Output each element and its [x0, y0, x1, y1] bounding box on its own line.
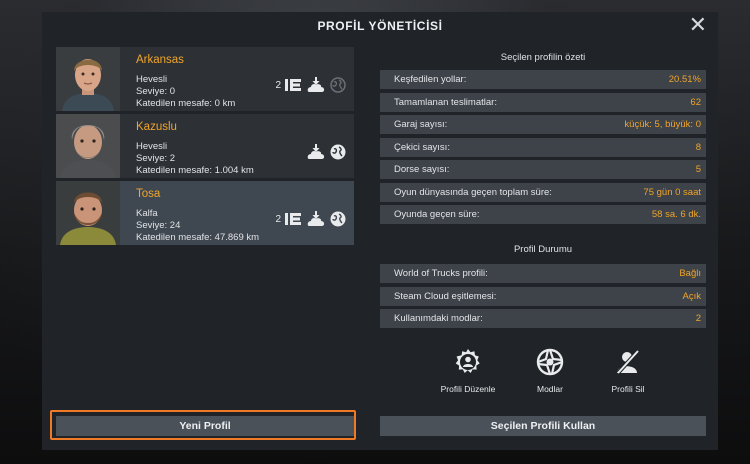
- stat-row-roads: Keşfedilen yollar: 20.51%: [380, 70, 706, 89]
- stat-label: Steam Cloud eşitlemesi:: [394, 290, 497, 302]
- stat-value: Açık: [682, 290, 701, 302]
- profile-distance: Katedilen mesafe: 0 km: [136, 98, 236, 109]
- profile-level: Seviye: 0: [136, 86, 176, 97]
- stat-label: Oyun dünyasında geçen toplam süre:: [394, 186, 552, 198]
- status-title: Profil Durumu: [513, 244, 573, 255]
- globe-icon: [330, 144, 346, 160]
- profile-status-icons: [307, 144, 346, 160]
- mods-button[interactable]: Modlar: [512, 348, 588, 394]
- profile-rank: Hevesli: [136, 141, 168, 152]
- stat-row-garages: Garaj sayısı: küçük: 5, büyük: 0: [380, 115, 706, 134]
- profile-list: Arkansas Hevesli Seviye: 0 Katedilen mes…: [56, 47, 354, 248]
- cloud-download-icon: [307, 211, 325, 227]
- mods-icon: [512, 348, 588, 376]
- status-row-mods: Kullanımdaki modlar: 2: [380, 309, 706, 328]
- stat-row-play-time: Oyunda geçen süre: 58 sa. 6 dk.: [380, 205, 706, 224]
- stat-row-trailers: Dorse sayısı: 5: [380, 160, 706, 179]
- avatar: [56, 181, 120, 245]
- stat-value: 5: [695, 164, 701, 175]
- edit-profile-button[interactable]: Profili Düzenle: [430, 348, 506, 394]
- profile-row-arkansas[interactable]: Arkansas Hevesli Seviye: 0 Katedilen mes…: [56, 47, 354, 111]
- profile-rank: Hevesli: [136, 74, 168, 85]
- new-profile-button[interactable]: Yeni Profil: [56, 416, 354, 436]
- profile-rank: Kalfa: [136, 208, 158, 219]
- wot-logo-icon: [284, 212, 302, 226]
- cloud-download-icon: [307, 77, 325, 93]
- stat-value: 2: [695, 313, 701, 324]
- stat-value: 8: [695, 141, 701, 153]
- status-row-steam-cloud: Steam Cloud eşitlemesi: Açık: [380, 286, 706, 306]
- profile-info: Hevesli Seviye: 2 Katedilen mesafe: 1.00…: [136, 141, 254, 177]
- stat-row-world-time: Oyun dünyasında geçen toplam süre: 75 gün…: [380, 182, 706, 202]
- dialog-title: PROFİL YÖNETİCİSİ: [317, 19, 443, 33]
- summary-title: Seçilen profilin özeti: [500, 52, 586, 63]
- globe-icon: [330, 211, 346, 227]
- stat-value: 20.51%: [668, 74, 701, 85]
- stat-row-deliveries: Tamamlanan teslimatlar: 62: [380, 92, 706, 112]
- wot-count: 2: [275, 213, 281, 225]
- stat-value: küçük: 5, büyük: 0: [624, 119, 701, 130]
- avatar: [56, 47, 120, 111]
- stat-label: World of Trucks profili:: [394, 268, 488, 279]
- profile-name: Kazuslu: [136, 121, 177, 133]
- status-stats: World of Trucks profili: Bağlı Steam Clou…: [380, 264, 706, 332]
- delete-profile-button[interactable]: Profili Sil: [590, 348, 666, 394]
- gear-user-icon: [430, 348, 506, 376]
- stat-label: Tamamlanan teslimatlar:: [394, 96, 497, 108]
- stat-value: Bağlı: [679, 268, 701, 279]
- profile-level: Seviye: 24: [136, 220, 181, 231]
- summary-stats: Keşfedilen yollar: 20.51% Tamamlanan tesl…: [380, 70, 706, 228]
- stat-label: Keşfedilen yollar:: [394, 74, 467, 85]
- stat-value: 58 sa. 6 dk.: [651, 209, 701, 220]
- profile-row-kazuslu[interactable]: Kazuslu Hevesli Seviye: 2 Katedilen mesa…: [56, 114, 354, 178]
- profile-actions: Profili Düzenle Modlar Profili Sil: [430, 348, 670, 410]
- profile-distance: Katedilen mesafe: 47.869 km: [136, 232, 260, 243]
- cloud-download-icon: [307, 144, 325, 160]
- status-row-wot: World of Trucks profili: Bağlı: [380, 264, 706, 283]
- profile-status-icons: 2: [275, 77, 346, 93]
- close-icon[interactable]: ✕: [689, 15, 707, 37]
- user-remove-icon: [590, 348, 666, 376]
- stat-row-trucks: Çekici sayısı: 8: [380, 137, 706, 157]
- mods-label: Modlar: [537, 384, 563, 394]
- wot-logo-icon: [284, 78, 302, 92]
- stat-value: 75 gün 0 saat: [643, 186, 701, 198]
- profile-name: Arkansas: [136, 54, 184, 66]
- profile-status-icons: 2: [275, 211, 346, 227]
- stat-label: Kullanımdaki modlar:: [394, 313, 483, 324]
- profile-row-tosa[interactable]: Tosa Kalfa Seviye: 24 Katedilen mesafe: …: [56, 181, 354, 245]
- use-selected-profile-button[interactable]: Seçilen Profili Kullan: [380, 416, 706, 436]
- profile-level: Seviye: 2: [136, 153, 176, 164]
- profile-manager-dialog: PROFİL YÖNETİCİSİ ✕ Arkansas Hevesli Sev…: [42, 12, 718, 450]
- avatar: [56, 114, 120, 178]
- delete-profile-label: Profili Sil: [611, 384, 645, 394]
- edit-profile-label: Profili Düzenle: [440, 384, 496, 394]
- stat-label: Dorse sayısı:: [394, 164, 450, 175]
- profile-distance: Katedilen mesafe: 1.004 km: [136, 165, 254, 176]
- profile-info: Hevesli Seviye: 0 Katedilen mesafe: 0 km: [136, 74, 235, 110]
- profile-info: Kalfa Seviye: 24 Katedilen mesafe: 47.86…: [136, 208, 259, 244]
- stat-label: Oyunda geçen süre:: [394, 209, 480, 220]
- globe-icon: [330, 77, 346, 93]
- wot-count: 2: [275, 79, 281, 91]
- stat-value: 62: [690, 96, 701, 108]
- stat-label: Garaj sayısı:: [394, 119, 448, 130]
- profile-name: Tosa: [136, 188, 161, 200]
- stat-label: Çekici sayısı:: [394, 141, 450, 153]
